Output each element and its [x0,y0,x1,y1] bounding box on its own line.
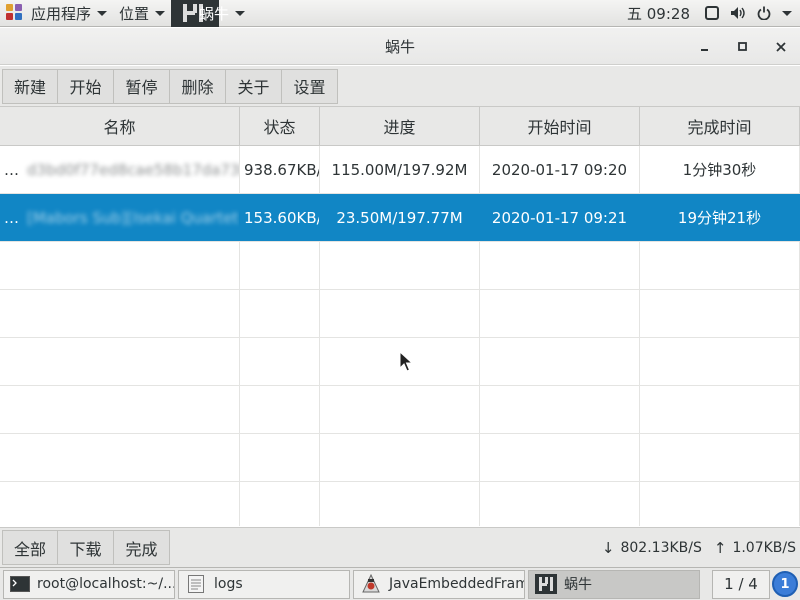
active-app-menu[interactable]: 蜗牛 [171,0,253,27]
column-header-status[interactable]: 状态 [240,107,320,145]
applications-icon [6,4,24,22]
table-header: 名称 状态 进度 开始时间 完成时间 [0,106,800,146]
chevron-down-icon [97,10,108,16]
terminal-icon [10,574,30,594]
download-speed: 802.13KB/S [620,539,702,556]
empty-row[interactable] [0,434,800,482]
cell-name: … [Mabors Sub][Isekai Quartet S [0,194,240,241]
table-row[interactable]: … d3bd0f77ed8cae58b17da73b 938.67KB/ 115… [0,146,800,194]
cell-status: 938.67KB/ [240,146,320,193]
maximize-button[interactable] [724,28,762,65]
taskbar-item-label: 蜗牛 [564,577,592,593]
task-name: d3bd0f77ed8cae58b17da73b [27,160,240,179]
taskbar-item-label: JavaEmbeddedFrame [389,576,525,592]
filter-downloading-tab[interactable]: 下载 [58,530,114,565]
cell-progress: 115.00M/197.92M [320,146,480,193]
table-row[interactable]: … [Mabors Sub][Isekai Quartet S 153.60KB… [0,194,800,242]
places-menu[interactable]: 位置 [113,0,171,27]
chevron-down-icon [782,10,792,16]
cell-name: … d3bd0f77ed8cae58b17da73b [0,146,240,193]
taskbar-item-label: logs [214,576,243,592]
active-app-label: 蜗牛 [199,4,230,23]
delete-button[interactable]: 删除 [170,68,226,104]
power-icon[interactable] [756,5,772,21]
cell-start-time: 2020-01-17 09:21 [480,194,640,241]
chevron-down-icon [235,10,246,16]
taskbar-item-java[interactable]: JavaEmbeddedFrame [353,569,525,599]
filter-all-tab[interactable]: 全部 [2,530,58,565]
pause-button[interactable]: 暂停 [114,68,170,104]
system-menu[interactable] [782,0,800,27]
cell-finish-time: 1分钟30秒 [640,146,800,193]
filter-bar: 全部 下载 完成 ↓ 802.13KB/S ↑ 1.07KB/S [0,527,800,567]
task-name: [Mabors Sub][Isekai Quartet S [27,208,240,227]
empty-row[interactable] [0,290,800,338]
taskbar-item-snail[interactable]: 蜗牛 [528,569,700,599]
applications-menu[interactable]: 应用程序 [0,0,113,27]
empty-row[interactable] [0,386,800,434]
upload-speed: 1.07KB/S [732,539,796,556]
close-button[interactable] [762,28,800,65]
minimize-button[interactable] [686,28,724,65]
toolbar: 新建 开始 暂停 删除 关于 设置 [0,66,800,106]
taskbar-item-label: root@localhost:~/... [37,576,175,592]
column-header-start-time[interactable]: 开始时间 [480,107,640,145]
start-button[interactable]: 开始 [58,68,114,104]
empty-row[interactable] [0,242,800,290]
notification-badge[interactable]: 1 [772,571,798,597]
speed-indicator: ↓ 802.13KB/S ↑ 1.07KB/S [602,539,796,557]
column-header-name[interactable]: 名称 [0,107,240,145]
name-ellipsis: … [4,208,19,227]
taskbar-item-terminal[interactable]: root@localhost:~/... [3,569,175,599]
name-ellipsis: … [4,160,19,179]
cell-start-time: 2020-01-17 09:20 [480,146,640,193]
snail-app-icon [535,574,557,594]
new-button[interactable]: 新建 [2,68,58,104]
cell-status: 153.60KB/ [240,194,320,241]
taskbar-item-logs[interactable]: logs [178,569,350,599]
top-bar: 应用程序 位置 蜗牛 五 09:28 [0,0,800,27]
download-table: 名称 状态 进度 开始时间 完成时间 … d3bd0f77ed8cae58b17… [0,106,800,526]
taskbar: root@localhost:~/... logs JavaEmbeddedFr… [0,567,800,600]
java-icon [360,574,382,594]
window-title: 蜗牛 [384,37,415,56]
clock[interactable]: 五 09:28 [627,3,690,24]
chevron-down-icon [155,10,166,16]
download-arrow-icon: ↓ [601,538,615,557]
about-button[interactable]: 关于 [226,68,282,104]
text-editor-icon [185,574,207,594]
filter-completed-tab[interactable]: 完成 [114,530,170,565]
cell-progress: 23.50M/197.77M [320,194,480,241]
upload-arrow-icon: ↑ [713,538,727,557]
column-header-finish-time[interactable]: 完成时间 [640,107,800,145]
empty-row[interactable] [0,482,800,526]
window-icon[interactable] [704,5,720,21]
settings-button[interactable]: 设置 [282,68,338,104]
volume-icon[interactable] [730,5,746,21]
places-label: 位置 [119,4,150,23]
applications-label: 应用程序 [31,4,92,23]
column-header-progress[interactable]: 进度 [320,107,480,145]
window-titlebar[interactable]: 蜗牛 [0,28,800,65]
cell-finish-time: 19分钟21秒 [640,194,800,241]
mouse-pointer-icon [399,351,413,372]
workspace-switcher[interactable]: 1 / 4 [712,569,770,599]
